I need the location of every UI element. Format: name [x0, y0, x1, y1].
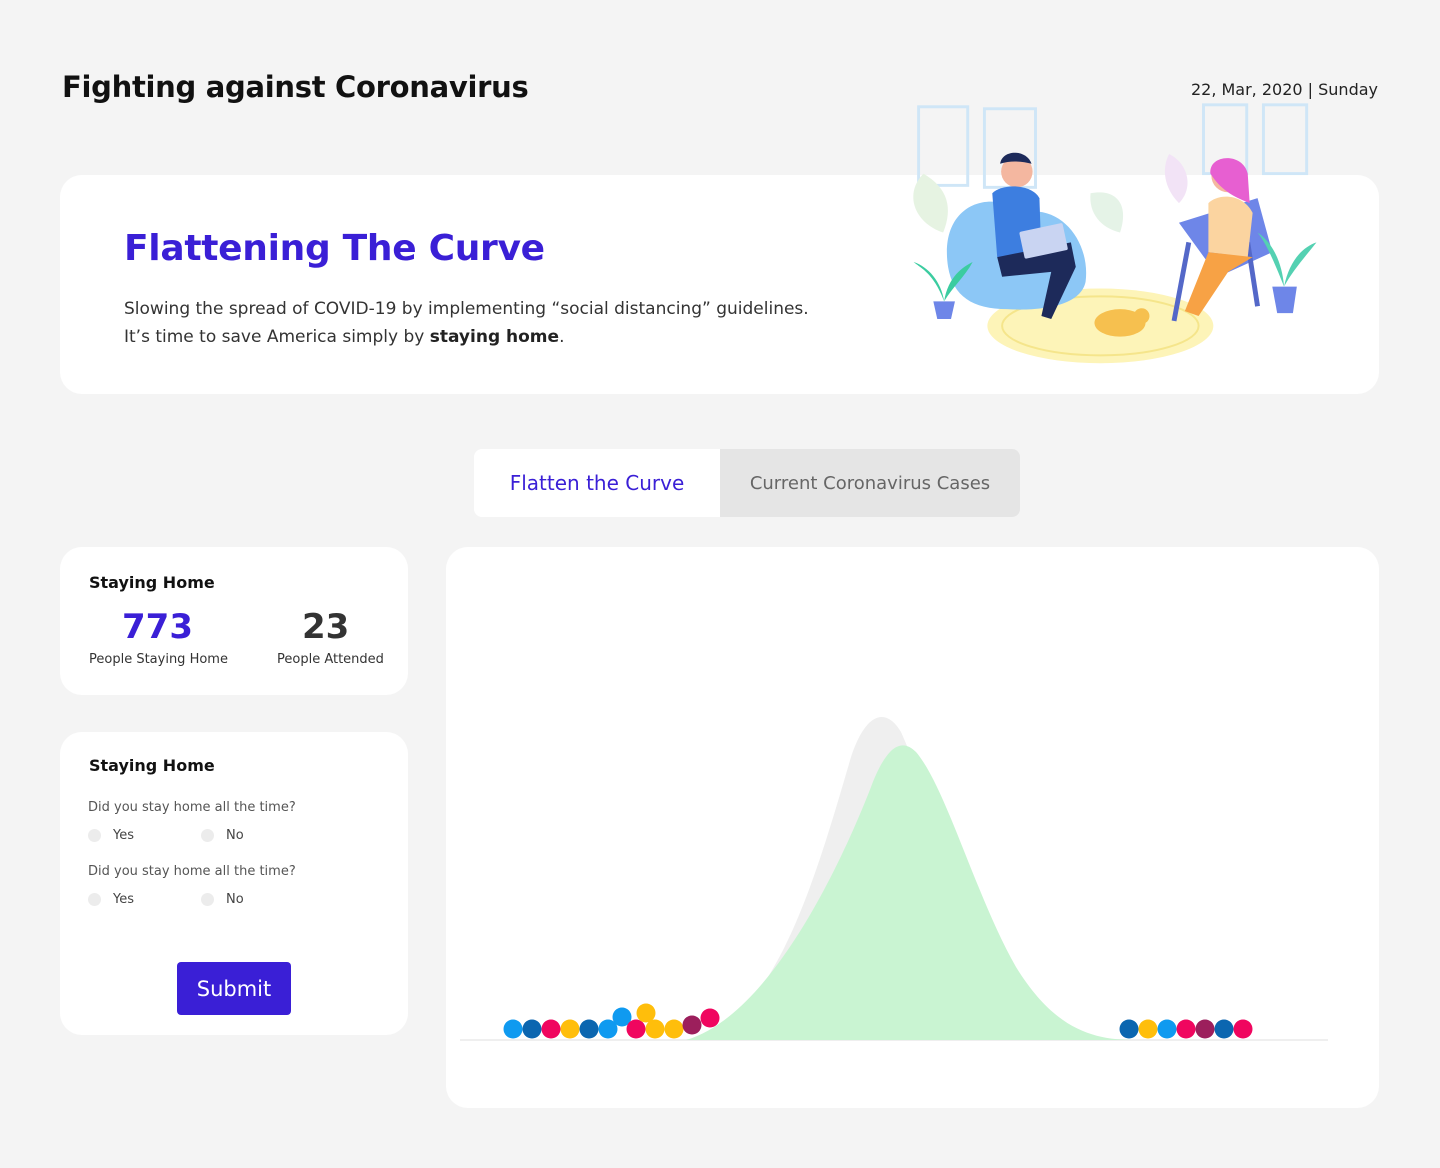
people-staying-home-count: 773	[122, 607, 193, 647]
hero-line-2-prefix: It’s time to save America simply by	[124, 327, 430, 347]
person-dot	[503, 1019, 523, 1039]
person-dot	[682, 1015, 702, 1035]
radio-label: No	[226, 828, 244, 843]
stats-card-title: Staying Home	[89, 573, 215, 592]
question-1-no-radio[interactable]: No	[201, 828, 244, 843]
tab-bar: Flatten the Curve Current Coronavirus Ca…	[474, 449, 1020, 517]
radio-label: Yes	[113, 828, 134, 843]
person-dot	[664, 1019, 684, 1039]
person-dot	[700, 1008, 720, 1028]
person-dot	[1233, 1019, 1253, 1039]
question-1-yes-radio[interactable]: Yes	[88, 828, 134, 843]
home-illustration	[913, 103, 1317, 364]
people-attended-label: People Attended	[277, 652, 384, 667]
page-title: Fighting against Coronavirus	[62, 70, 529, 104]
hero-description: Slowing the spread of COVID-19 by implem…	[124, 295, 884, 351]
person-dot	[626, 1019, 646, 1039]
person-dot	[645, 1019, 665, 1039]
person-dot	[1119, 1019, 1139, 1039]
radio-circle-icon	[88, 893, 101, 906]
curve-graphic	[460, 717, 1328, 1041]
hero-line-2-bold: staying home	[429, 327, 560, 347]
submit-button[interactable]: Submit	[177, 962, 291, 1015]
radio-circle-icon	[201, 893, 214, 906]
person-dot	[1195, 1019, 1215, 1039]
staying-home-form-card: Staying Home Did you stay home all the t…	[60, 732, 408, 1035]
radio-circle-icon	[88, 829, 101, 842]
staying-home-stats-card: Staying Home 773 People Staying Home 23 …	[60, 547, 408, 695]
hero-title: Flattening The Curve	[124, 228, 545, 269]
radio-circle-icon	[201, 829, 214, 842]
question-1: Did you stay home all the time?	[88, 800, 296, 815]
person-dot	[1157, 1019, 1177, 1039]
question-2: Did you stay home all the time?	[88, 864, 296, 879]
tab-current-cases[interactable]: Current Coronavirus Cases	[720, 449, 1020, 517]
person-dot	[522, 1019, 542, 1039]
people-attended-count: 23	[302, 607, 350, 647]
person-dot	[1214, 1019, 1234, 1039]
people-staying-home-label: People Staying Home	[89, 652, 228, 667]
hero-line-1: Slowing the spread of COVID-19 by implem…	[124, 299, 809, 319]
tab-flatten-the-curve[interactable]: Flatten the Curve	[474, 449, 720, 517]
person-dot	[579, 1019, 599, 1039]
person-dot	[636, 1003, 656, 1023]
person-dot	[541, 1019, 561, 1039]
hero-line-2-suffix: .	[559, 327, 565, 347]
radio-label: No	[226, 892, 244, 907]
flattened-curve	[686, 745, 1136, 1040]
person-dot	[1138, 1019, 1158, 1039]
form-card-title: Staying Home	[89, 756, 215, 775]
question-2-yes-radio[interactable]: Yes	[88, 892, 134, 907]
question-2-no-radio[interactable]: No	[201, 892, 244, 907]
radio-label: Yes	[113, 892, 134, 907]
person-dot	[1176, 1019, 1196, 1039]
flatten-curve-chart	[446, 547, 1379, 1108]
person-dot	[560, 1019, 580, 1039]
